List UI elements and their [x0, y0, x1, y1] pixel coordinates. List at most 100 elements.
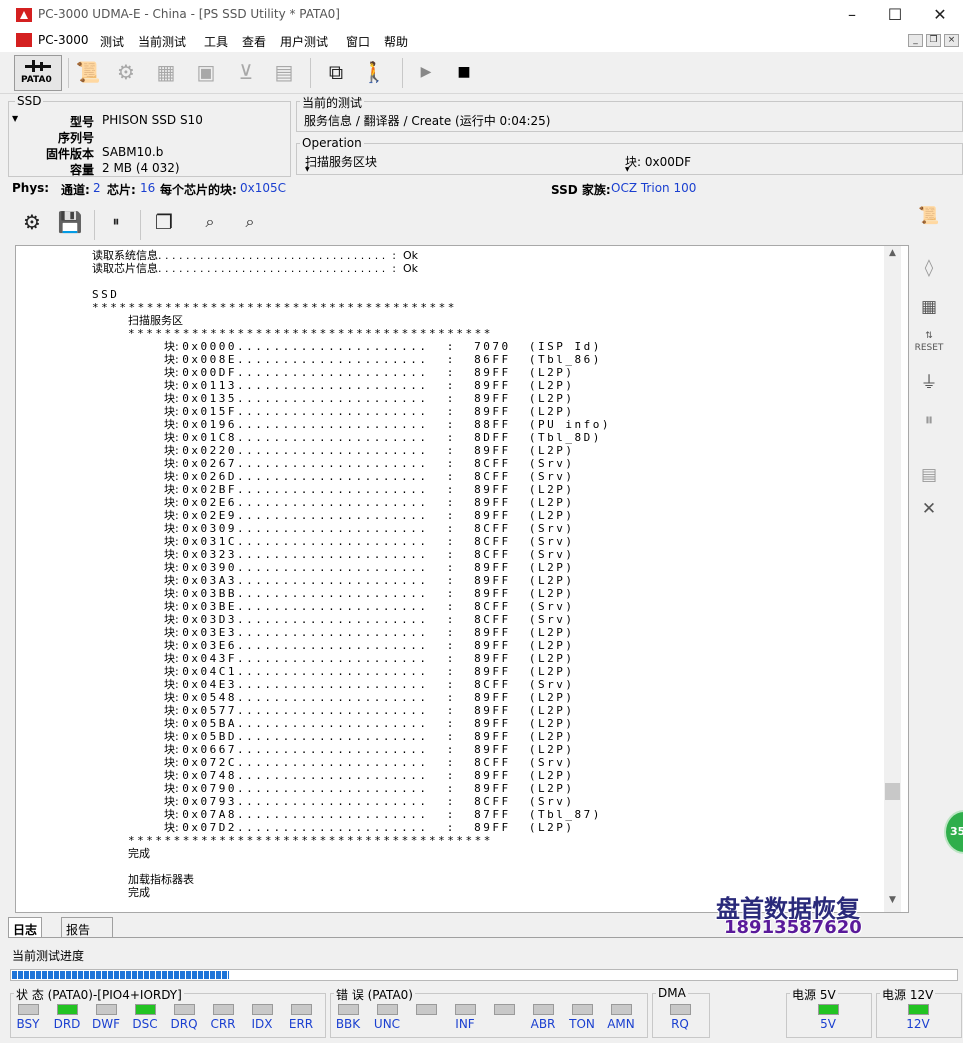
log-entry-type: (Srv): [528, 548, 575, 561]
reset-icon[interactable]: ⇅ RESET: [914, 330, 944, 356]
log-entry-dots: ..................... :: [236, 431, 475, 444]
log-entry-dots: ..................... :: [236, 678, 475, 691]
log-entry-signature: 8CFF: [474, 678, 529, 691]
signal-icon[interactable]: ◊: [914, 255, 944, 281]
pause-side-icon[interactable]: ⏸: [914, 407, 944, 433]
log-entry-type: (L2P): [528, 821, 575, 834]
log-entry-block: 0x03BE: [182, 600, 237, 613]
log-entry-signature: 89FF: [474, 730, 529, 743]
tab-report[interactable]: 报告: [61, 917, 113, 938]
ssd-dropdown-icon[interactable]: ▼: [12, 114, 18, 123]
exit-icon[interactable]: 🚶: [360, 58, 388, 86]
info-scroll-icon[interactable]: 📜: [914, 203, 944, 229]
log-entry-prefix: 块:: [164, 704, 183, 717]
notification-badge[interactable]: 35: [944, 810, 963, 854]
menu-window[interactable]: 窗口: [346, 33, 370, 50]
log-entry-row: 块: 0x0220..................... : 89FF (L…: [164, 444, 575, 457]
menu-pc3000[interactable]: PC-3000: [38, 33, 88, 47]
log-entry-signature: 89FF: [474, 717, 529, 730]
log-entry-block: 0x03BB: [182, 587, 237, 600]
grid-icon[interactable]: ▤: [270, 58, 298, 86]
log-entry-block: 0x03E6: [182, 639, 237, 652]
stop-icon[interactable]: ■: [450, 58, 478, 86]
maximize-button[interactable]: ☐: [885, 6, 905, 24]
log-entry-type: (L2P): [528, 626, 575, 639]
scroll-up-icon[interactable]: ▲: [884, 248, 901, 262]
error-label: TON: [569, 1017, 595, 1031]
scroll-down-icon[interactable]: ▼: [884, 895, 901, 909]
log-scrollbar[interactable]: [884, 246, 901, 912]
log-entry-signature: 89FF: [474, 704, 529, 717]
status-indicators: BSY DRD DWF DSC DRQ CRR IDX ERR: [10, 1003, 330, 1039]
menu-help[interactable]: 帮助: [384, 33, 408, 50]
log-entry-signature: 89FF: [474, 561, 529, 574]
mdi-restore-button[interactable]: ❐: [926, 34, 941, 47]
log-entry-type: (L2P): [528, 561, 575, 574]
chip-side-icon[interactable]: ▤: [914, 462, 944, 488]
copy-icon[interactable]: ❐: [150, 208, 178, 236]
chip-icon[interactable]: ▦: [152, 58, 180, 86]
log-entry-type: (Srv): [528, 522, 575, 535]
log-entry-dots: ..................... :: [236, 704, 475, 717]
log-entry-signature: 8CFF: [474, 457, 529, 470]
eraser-icon[interactable]: ⊻: [232, 58, 260, 86]
log-entry-type: (L2P): [528, 587, 575, 600]
status-label: CRR: [210, 1017, 236, 1031]
log-entry-row: 块: 0x008E..................... : 86FF (T…: [164, 353, 602, 366]
minimize-button[interactable]: –: [842, 6, 862, 24]
gear-test-icon[interactable]: ⚙: [18, 208, 46, 236]
log-entry-prefix: 块:: [164, 405, 183, 418]
log-entry-row: 块: 0x0309..................... : 8CFF (S…: [164, 522, 575, 535]
circuit-icon[interactable]: ▣: [192, 58, 220, 86]
menu-test[interactable]: 测试: [100, 33, 124, 50]
error-label: UNC: [373, 1017, 401, 1031]
status-led: [174, 1004, 195, 1015]
menu-current-test[interactable]: 当前测试: [138, 33, 186, 50]
log-entry-type: (L2P): [528, 366, 575, 379]
scroll-thumb[interactable]: [885, 783, 900, 800]
mdi-minimize-button[interactable]: _: [908, 34, 923, 47]
play-icon[interactable]: ▶: [412, 58, 440, 86]
mdi-close-button[interactable]: ×: [944, 34, 959, 47]
windows-icon[interactable]: ⧉: [322, 58, 350, 86]
power-switch-icon[interactable]: ⏚: [914, 370, 944, 396]
log-entry-prefix: 块:: [164, 470, 183, 483]
log-entry-signature: 89FF: [474, 626, 529, 639]
log-entry-signature: 8CFF: [474, 470, 529, 483]
status-led: [252, 1004, 273, 1015]
log-entry-dots: ..................... :: [236, 756, 475, 769]
log-entry-block: 0x015F: [182, 405, 237, 418]
log-entry-signature: 8CFF: [474, 795, 529, 808]
menu-user-test[interactable]: 用户测试: [280, 33, 328, 50]
find-icon[interactable]: ⌕: [196, 208, 224, 236]
pause-icon[interactable]: ⏸: [102, 208, 130, 236]
log-entry-type: (Tbl_86): [528, 353, 602, 366]
tab-log[interactable]: 日志: [8, 917, 43, 938]
scroll-icon[interactable]: 📜: [74, 58, 102, 86]
menu-view[interactable]: 查看: [242, 33, 266, 50]
find-next-icon[interactable]: ⌕: [236, 208, 264, 236]
error-label: INF: [455, 1017, 475, 1031]
toolbar-separator: [402, 58, 403, 88]
chips-value: 16: [140, 181, 156, 195]
pata-port-button[interactable]: PATA0: [14, 55, 62, 91]
operation-dropdown-icon[interactable]: ▼: [305, 166, 310, 173]
error-led: [494, 1004, 515, 1015]
save-icon[interactable]: 💾: [56, 208, 84, 236]
log-entry-signature: 8CFF: [474, 522, 529, 535]
block-dropdown-icon[interactable]: ▼: [625, 166, 630, 173]
log-entry-block: 0x0135: [182, 392, 237, 405]
tab-divider: [8, 937, 963, 938]
tools-icon[interactable]: ✕: [914, 496, 944, 522]
log-entry-block: 0x043F: [182, 652, 237, 665]
menu-tools[interactable]: 工具: [204, 33, 228, 50]
gears-icon[interactable]: ⚙: [112, 58, 140, 86]
log-entry-signature: 89FF: [474, 496, 529, 509]
log-entry-signature: 89FF: [474, 392, 529, 405]
log-entry-block: 0x072C: [182, 756, 237, 769]
chip-board-icon[interactable]: ▦: [914, 294, 944, 320]
close-button[interactable]: ✕: [930, 6, 950, 24]
log-entry-row: 块: 0x03E3..................... : 89FF (L…: [164, 626, 575, 639]
log-entry-row: 块: 0x01C8..................... : 8DFF (T…: [164, 431, 602, 444]
log-entry-dots: ..................... :: [236, 353, 475, 366]
